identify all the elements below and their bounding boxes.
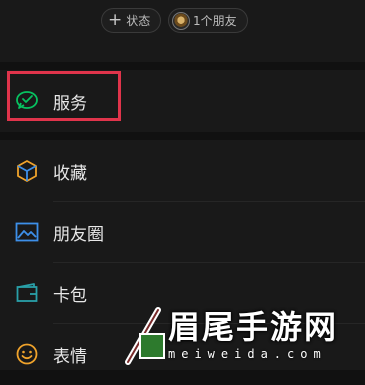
friend-avatar-icon (172, 11, 190, 30)
plus-icon: + (108, 10, 123, 30)
highlight-annotation (7, 71, 121, 121)
menu-item-label: 朋友圈 (53, 224, 104, 245)
menu-item-stickers[interactable]: 表情 (0, 323, 365, 385)
menu-item-moments[interactable]: 朋友圈 (0, 201, 365, 263)
menu-item-favorites[interactable]: 收藏 (0, 140, 365, 202)
menu-item-label: 卡包 (53, 285, 87, 306)
cube-icon (15, 159, 39, 183)
friends-status-label: 1个朋友 (193, 14, 237, 28)
menu-item-label: 表情 (53, 346, 87, 367)
wallet-icon (15, 281, 39, 305)
status-header: + 状态 1个朋友 (0, 0, 365, 62)
menu-item-label: 收藏 (53, 163, 87, 184)
add-status-button[interactable]: + 状态 (101, 8, 161, 33)
add-status-label: 状态 (126, 14, 151, 28)
section-gap (0, 132, 365, 140)
image-icon (15, 220, 39, 244)
smiley-icon (15, 342, 39, 366)
section-gap (0, 62, 365, 70)
menu-item-cards[interactable]: 卡包 (0, 262, 365, 324)
friends-status-button[interactable]: 1个朋友 (168, 8, 248, 33)
